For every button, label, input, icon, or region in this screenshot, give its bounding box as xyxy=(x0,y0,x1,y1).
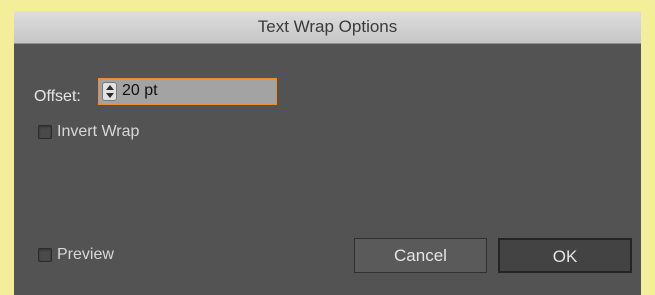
stepper-down-icon[interactable] xyxy=(106,93,114,98)
offset-label: Offset: xyxy=(34,88,81,105)
text-wrap-options-dialog: Text Wrap Options Offset: 20 pt Invert W… xyxy=(14,11,641,295)
dialog-title: Text Wrap Options xyxy=(14,11,641,44)
ok-button[interactable]: OK xyxy=(498,238,632,273)
cancel-button[interactable]: Cancel xyxy=(354,238,487,273)
preview-label[interactable]: Preview xyxy=(57,246,114,264)
offset-stepper[interactable] xyxy=(102,82,117,101)
invert-wrap-checkbox[interactable] xyxy=(38,125,52,139)
stepper-up-icon[interactable] xyxy=(106,85,114,90)
preview-checkbox[interactable] xyxy=(38,248,52,262)
offset-value[interactable]: 20 pt xyxy=(122,82,158,100)
invert-wrap-label[interactable]: Invert Wrap xyxy=(57,123,139,141)
offset-input[interactable]: 20 pt xyxy=(98,78,277,105)
